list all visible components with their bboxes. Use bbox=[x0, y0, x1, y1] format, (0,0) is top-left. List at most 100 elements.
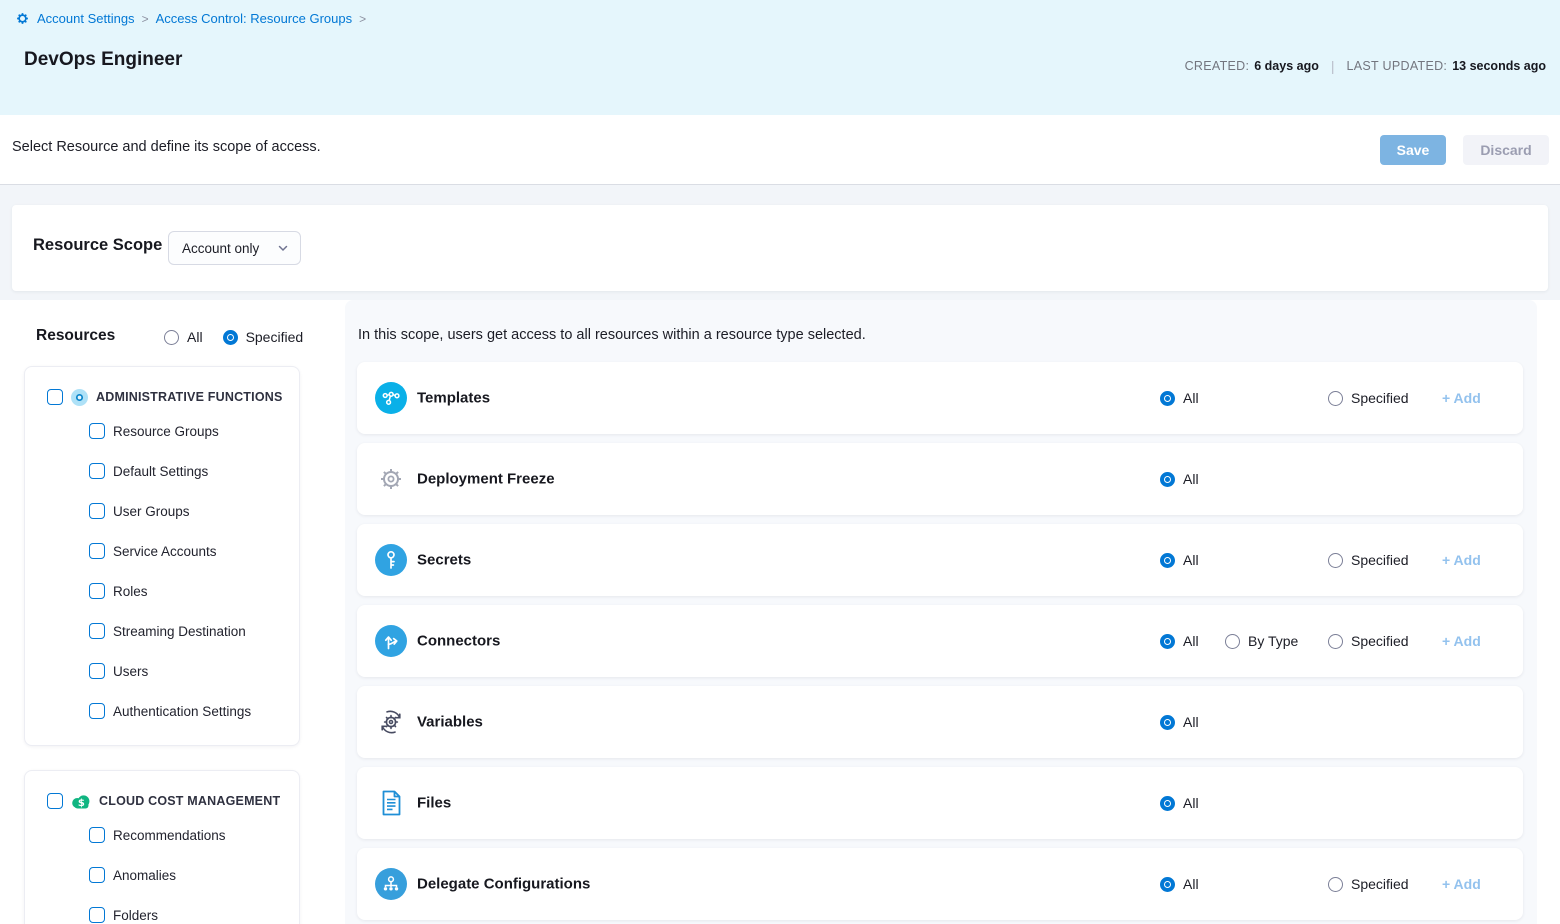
resource-item-label: Anomalies bbox=[113, 868, 176, 883]
radio-all-control[interactable] bbox=[164, 330, 179, 345]
resources-sidebar: Resources All Specified ADMINISTRATIVE F… bbox=[0, 300, 333, 924]
module-label: ADMINISTRATIVE FUNCTIONS bbox=[96, 390, 283, 404]
option-templates-all[interactable]: All bbox=[1160, 390, 1199, 406]
option-delegate-configurations-all[interactable]: All bbox=[1160, 876, 1199, 892]
option-secrets-specified[interactable]: Specified bbox=[1328, 552, 1409, 568]
option-deployment-freeze-all[interactable]: All bbox=[1160, 471, 1199, 487]
add-button-connectors[interactable]: + Add bbox=[1442, 633, 1481, 649]
checkbox-cloud-cost-management[interactable] bbox=[47, 793, 63, 809]
resource-item-users: Users bbox=[25, 651, 299, 691]
checkbox-resource-groups[interactable] bbox=[89, 423, 105, 439]
module-label: CLOUD COST MANAGEMENT bbox=[99, 794, 280, 808]
checkbox-users[interactable] bbox=[89, 663, 105, 679]
content-region: Resources All Specified ADMINISTRATIVE F… bbox=[0, 300, 1560, 924]
resource-item-resource-groups: Resource Groups bbox=[25, 411, 299, 451]
delegate-configurations-icon bbox=[375, 868, 407, 900]
resource-row-title: Templates bbox=[417, 390, 490, 407]
breadcrumb-access-control[interactable]: Access Control: Resource Groups bbox=[156, 11, 353, 26]
resource-item-label: User Groups bbox=[113, 504, 190, 519]
breadcrumb-account-settings[interactable]: Account Settings bbox=[37, 11, 135, 26]
radio-connectors-all[interactable] bbox=[1160, 634, 1175, 649]
checkbox-administrative-functions[interactable] bbox=[47, 389, 63, 405]
radio-templates-specified[interactable] bbox=[1328, 391, 1343, 406]
resource-item-label: Resource Groups bbox=[113, 424, 219, 439]
save-button[interactable]: Save bbox=[1380, 135, 1446, 165]
updated-label: LAST UPDATED: bbox=[1347, 59, 1448, 73]
resource-scope-dropdown[interactable]: Account only bbox=[168, 231, 301, 265]
checkbox-user-groups[interactable] bbox=[89, 503, 105, 519]
radio-connectors-by-type[interactable] bbox=[1225, 634, 1240, 649]
resource-item-label: Roles bbox=[113, 584, 148, 599]
radio-templates-all[interactable] bbox=[1160, 391, 1175, 406]
resource-item-label: Recommendations bbox=[113, 828, 226, 843]
checkbox-roles[interactable] bbox=[89, 583, 105, 599]
option-label: By Type bbox=[1248, 633, 1298, 649]
add-button-secrets[interactable]: + Add bbox=[1442, 552, 1481, 568]
resource-item-roles: Roles bbox=[25, 571, 299, 611]
option-connectors-specified[interactable]: Specified bbox=[1328, 633, 1409, 649]
checkbox-default-settings[interactable] bbox=[89, 463, 105, 479]
radio-resources-all[interactable]: All bbox=[164, 329, 203, 345]
option-label: All bbox=[1183, 876, 1199, 892]
resource-types-panel: In this scope, users get access to all r… bbox=[345, 300, 1537, 924]
resource-item-recommendations: Recommendations bbox=[25, 815, 299, 855]
option-connectors-by-type[interactable]: By Type bbox=[1225, 633, 1298, 649]
cloud-cost-icon: $ bbox=[71, 794, 91, 809]
option-delegate-configurations-specified[interactable]: Specified bbox=[1328, 876, 1409, 892]
option-secrets-all[interactable]: All bbox=[1160, 552, 1199, 568]
module-header-cloud-cost-management: $ CLOUD COST MANAGEMENT bbox=[25, 787, 299, 815]
option-label: Specified bbox=[1351, 552, 1409, 568]
radio-connectors-specified[interactable] bbox=[1328, 634, 1343, 649]
resource-row-title: Deployment Freeze bbox=[417, 471, 555, 488]
checkbox-anomalies[interactable] bbox=[89, 867, 105, 883]
radio-resources-specified[interactable]: Specified bbox=[223, 329, 304, 345]
page-title: DevOps Engineer bbox=[24, 49, 182, 71]
resource-scope-value: Account only bbox=[182, 241, 259, 256]
radio-all-label: All bbox=[187, 329, 203, 345]
updated-value: 13 seconds ago bbox=[1452, 59, 1546, 73]
deployment-freeze-icon bbox=[375, 463, 407, 495]
resource-row-connectors: ConnectorsAllBy TypeSpecified+ Add bbox=[357, 605, 1523, 677]
option-connectors-all[interactable]: All bbox=[1160, 633, 1199, 649]
scope-info-text: In this scope, users get access to all r… bbox=[358, 327, 1525, 343]
option-label: All bbox=[1183, 795, 1199, 811]
resource-module-card-cloud-cost-management: $ CLOUD COST MANAGEMENT Recommendations Ano… bbox=[24, 770, 300, 924]
option-variables-all[interactable]: All bbox=[1160, 714, 1199, 730]
radio-secrets-all[interactable] bbox=[1160, 553, 1175, 568]
radio-deployment-freeze-all[interactable] bbox=[1160, 472, 1175, 487]
resource-item-label: Folders bbox=[113, 908, 158, 923]
option-files-all[interactable]: All bbox=[1160, 795, 1199, 811]
checkbox-authentication-settings[interactable] bbox=[89, 703, 105, 719]
files-icon bbox=[375, 787, 407, 819]
templates-icon bbox=[375, 382, 407, 414]
option-label: Specified bbox=[1351, 876, 1409, 892]
radio-specified-control[interactable] bbox=[223, 330, 238, 345]
radio-variables-all[interactable] bbox=[1160, 715, 1175, 730]
radio-delegate-configurations-specified[interactable] bbox=[1328, 877, 1343, 892]
variables-icon bbox=[375, 706, 407, 738]
radio-delegate-configurations-all[interactable] bbox=[1160, 877, 1175, 892]
radio-specified-label: Specified bbox=[246, 329, 304, 345]
option-templates-specified[interactable]: Specified bbox=[1328, 390, 1409, 406]
checkbox-recommendations[interactable] bbox=[89, 827, 105, 843]
resource-scope-card: Resource Scope Account only bbox=[12, 205, 1548, 291]
resources-mode-radios: All Specified bbox=[164, 329, 303, 345]
checkbox-folders[interactable] bbox=[89, 907, 105, 923]
add-button-delegate-configurations[interactable]: + Add bbox=[1442, 876, 1481, 892]
radio-secrets-specified[interactable] bbox=[1328, 553, 1343, 568]
resource-item-streaming-destination: Streaming Destination bbox=[25, 611, 299, 651]
breadcrumb-separator: > bbox=[142, 12, 149, 26]
add-button-templates[interactable]: + Add bbox=[1442, 390, 1481, 406]
checkbox-streaming-destination[interactable] bbox=[89, 623, 105, 639]
resource-row-title: Secrets bbox=[417, 552, 471, 569]
checkbox-service-accounts[interactable] bbox=[89, 543, 105, 559]
svg-text:$: $ bbox=[78, 797, 85, 808]
option-label: Specified bbox=[1351, 390, 1409, 406]
discard-button[interactable]: Discard bbox=[1463, 135, 1549, 165]
resource-scope-label: Resource Scope bbox=[33, 236, 162, 255]
resource-item-label: Streaming Destination bbox=[113, 624, 246, 639]
breadcrumb-separator: > bbox=[359, 12, 366, 26]
option-label: All bbox=[1183, 714, 1199, 730]
radio-files-all[interactable] bbox=[1160, 796, 1175, 811]
chevron-down-icon bbox=[277, 242, 289, 254]
